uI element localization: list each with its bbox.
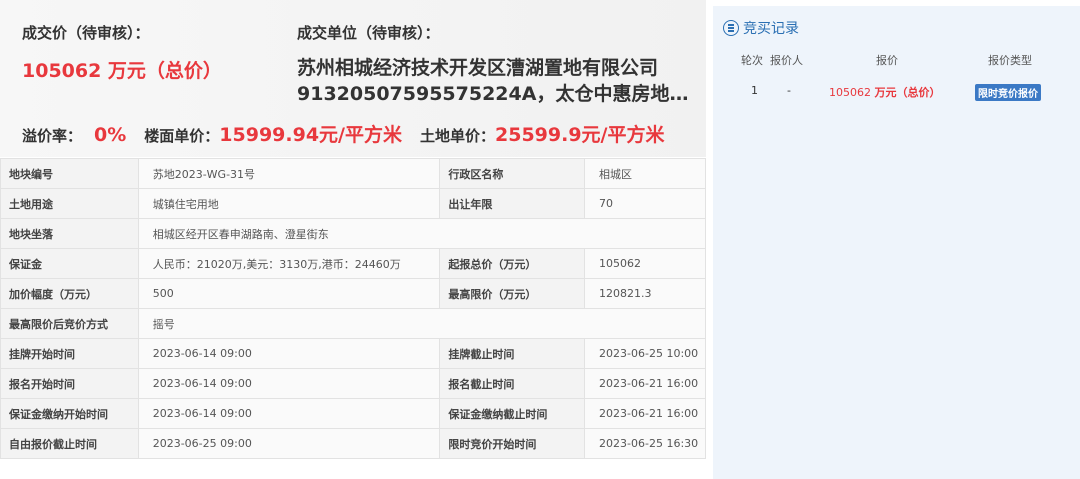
info-key: 挂牌截止时间: [439, 338, 586, 369]
deal-summary: 成交价（待审核）： 成交单位（待审核）： 105062 万元（总价） 苏州相城经…: [0, 0, 706, 157]
header-round: 轮次: [741, 54, 763, 67]
bid-type-badge: 限时竞价报价: [975, 84, 1041, 101]
winning-bidder-line2: 91320507595575224A，太仓中惠房地产开...: [297, 83, 697, 105]
bid-round: 1: [751, 84, 758, 97]
info-row: 地块坐落 相城区经开区春申湖路南、澄星街东: [0, 218, 707, 249]
info-key: 保证金: [0, 248, 139, 279]
info-key: 加价幅度（万元）: [0, 278, 139, 309]
deal-price-value: 105062 万元（总价）: [22, 60, 222, 82]
info-key: 最高限价后竞价方式: [0, 308, 139, 339]
bid-record-panel: 竞买记录 轮次 报价人 报价 报价类型 1 - 105062 万元（总价） 限时竞价报…: [713, 6, 1080, 479]
info-row: 地块编号 苏地2023-WG-31号 行政区名称 相城区: [0, 158, 706, 189]
deal-price-label: 成交价（待审核）：: [22, 24, 150, 42]
info-value: 2023-06-14 09:00: [137, 338, 441, 369]
info-key: 报名开始时间: [0, 368, 139, 399]
info-value: 苏地2023-WG-31号: [137, 158, 441, 189]
header-price: 报价: [876, 54, 898, 67]
bid-bidder: -: [787, 84, 791, 97]
info-key: 报名截止时间: [439, 368, 586, 399]
info-row: 加价幅度（万元） 500 最高限价（万元） 120821.3: [0, 278, 706, 309]
premium-value: 0%: [94, 124, 127, 146]
bid-price-number: 105062: [829, 86, 871, 99]
info-value: 500: [137, 278, 441, 309]
floor-price-label: 楼面单价：: [144, 127, 220, 145]
info-value: 摇号: [137, 308, 707, 339]
info-value: 2023-06-25 09:00: [137, 428, 441, 459]
info-value: 70: [584, 188, 706, 219]
info-row: 最高限价后竞价方式 摇号: [0, 308, 707, 339]
info-row: 保证金 人民币：21020万,美元：3130万,港币：24460万 起报总价（万元）…: [0, 248, 706, 279]
floor-price-value: 15999.94元/平方米: [219, 124, 402, 146]
info-value: 2023-06-14 09:00: [137, 398, 441, 429]
info-row: 报名开始时间 2023-06-14 09:00 报名截止时间 2023-06-21 1…: [0, 368, 706, 399]
info-key: 保证金缴纳开始时间: [0, 398, 139, 429]
info-key: 限时竞价开始时间: [439, 428, 586, 459]
land-info-table: 地块编号 苏地2023-WG-31号 行政区名称 相城区 土地用途 城镇住宅用地 出让年限 7…: [0, 158, 707, 459]
winning-bidder-line1: 苏州相城经济技术开发区漕湖置地有限公司: [297, 57, 659, 79]
bid-record-title: 竞买记录: [723, 18, 799, 38]
info-key: 挂牌开始时间: [0, 338, 139, 369]
info-key: 最高限价（万元）: [439, 278, 586, 309]
land-price-value: 25599.9元/平方米: [495, 124, 665, 146]
info-value: 2023-06-14 09:00: [137, 368, 441, 399]
info-value: 2023-06-25 16:30: [584, 428, 706, 459]
info-value: 相城区经开区春申湖路南、澄星街东: [137, 218, 707, 249]
info-key: 地块坐落: [0, 218, 139, 249]
deal-unit-label: 成交单位（待审核）：: [297, 24, 440, 42]
bid-price-unit: 万元（总价）: [874, 86, 941, 99]
price-rates: 溢价率： 0% 楼面单价：15999.94元/平方米 土地单价：25599.9元/平方…: [22, 120, 665, 147]
info-row: 保证金缴纳开始时间 2023-06-14 09:00 保证金缴纳截止时间 2023-0…: [0, 398, 706, 429]
info-row: 挂牌开始时间 2023-06-14 09:00 挂牌截止时间 2023-06-25 1…: [0, 338, 706, 369]
info-value: 120821.3: [584, 278, 706, 309]
info-value: 人民币：21020万,美元：3130万,港币：24460万: [137, 248, 441, 279]
info-value: 相城区: [584, 158, 706, 189]
header-bidder: 报价人: [770, 54, 803, 67]
info-value: 105062: [584, 248, 706, 279]
info-row: 自由报价截止时间 2023-06-25 09:00 限时竞价开始时间 2023-06-…: [0, 428, 706, 459]
winning-bidder: 苏州相城经济技术开发区漕湖置地有限公司 91320507595575224A，太…: [297, 55, 697, 107]
document-list-icon: [723, 20, 739, 36]
info-key: 地块编号: [0, 158, 139, 189]
info-row: 土地用途 城镇住宅用地 出让年限 70: [0, 188, 706, 219]
info-value: 城镇住宅用地: [137, 188, 441, 219]
header-type: 报价类型: [988, 54, 1032, 67]
info-key: 出让年限: [439, 188, 586, 219]
info-key: 起报总价（万元）: [439, 248, 586, 279]
bid-record-title-text: 竞买记录: [743, 21, 799, 37]
bid-price: 105062 万元（总价）: [829, 84, 941, 100]
info-value: 2023-06-21 16:00: [584, 368, 706, 399]
info-key: 保证金缴纳截止时间: [439, 398, 586, 429]
info-value: 2023-06-25 10:00: [584, 338, 706, 369]
info-value: 2023-06-21 16:00: [584, 398, 706, 429]
info-key: 土地用途: [0, 188, 139, 219]
premium-label: 溢价率：: [22, 127, 83, 145]
land-price-label: 土地单价：: [420, 127, 496, 145]
info-key: 自由报价截止时间: [0, 428, 139, 459]
info-key: 行政区名称: [439, 158, 586, 189]
